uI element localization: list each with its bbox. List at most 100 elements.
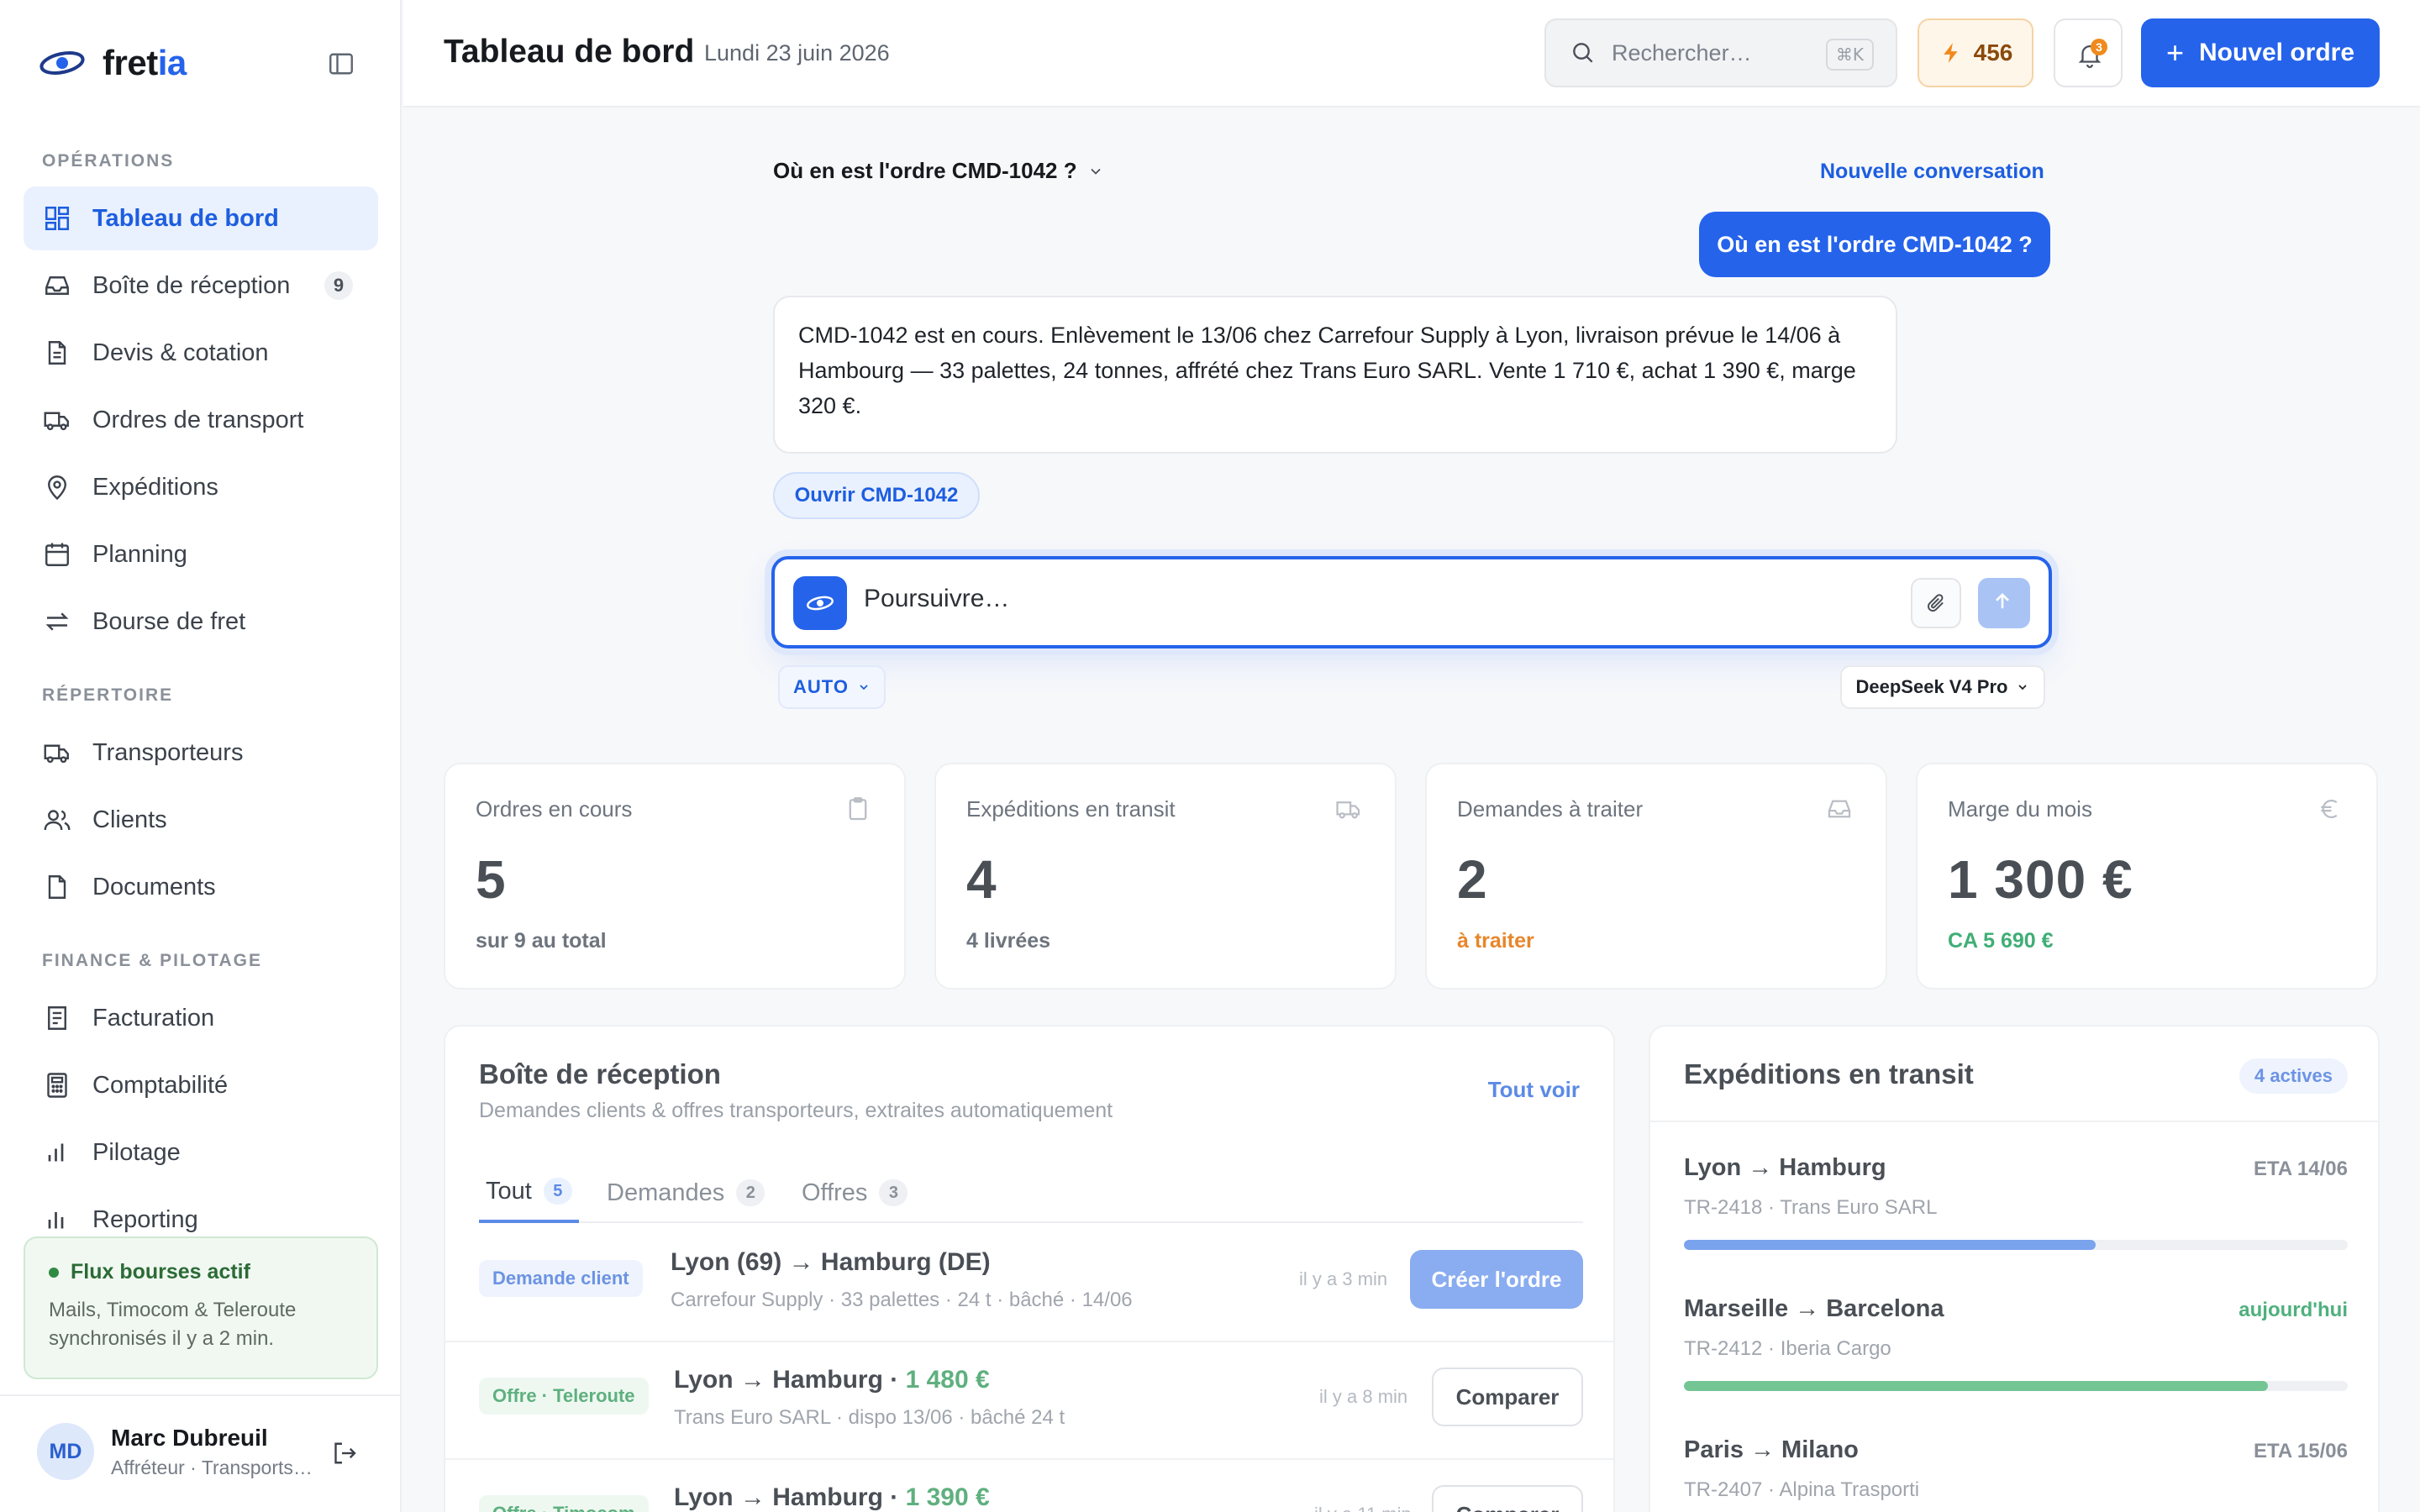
send-button[interactable] (1978, 578, 2030, 628)
tab-count: 5 (543, 1178, 572, 1205)
paperclip-icon (1928, 594, 1944, 612)
new-conversation-link[interactable]: Nouvelle conversation (1820, 160, 2044, 184)
sidebar-item-label: Boîte de réception (92, 271, 291, 299)
sidebar-item-carriers[interactable]: Transporteurs (24, 721, 378, 785)
inbox-panel: Boîte de réception Demandes clients & of… (444, 1025, 1615, 1512)
assistant-message: CMD-1042 est en cours. Enlèvement le 13/… (773, 296, 1897, 454)
compare-button[interactable]: Comparer (1432, 1485, 1583, 1512)
list-item[interactable]: Paris → Milano ETA 15/06 TR-2407 · Alpin… (1684, 1436, 2348, 1512)
sidebar-item-label: Comptabilité (92, 1071, 229, 1099)
sidebar-item-inbox[interactable]: Boîte de réception 9 (24, 254, 378, 318)
row-type-badge: Offre · Timocom (479, 1495, 649, 1512)
sidebar-item-invoicing[interactable]: Facturation (24, 986, 378, 1050)
row-time: il y a 8 min (1319, 1386, 1408, 1407)
row-time: il y a 11 min (1314, 1504, 1412, 1512)
row-type-badge: Offre · Teleroute (479, 1378, 649, 1415)
tab-offers[interactable]: Offres 3 (802, 1163, 908, 1223)
stat-sub: à traiter (1457, 929, 1534, 953)
transit-ref: TR-2412 · Iberia Cargo (1684, 1337, 1891, 1360)
transit-eta: aujourd'hui (2238, 1299, 2348, 1321)
progress-track (1684, 1240, 2348, 1250)
chat-input[interactable]: Poursuivre… (771, 556, 2052, 648)
file-icon (48, 875, 66, 899)
notification-count-badge: 3 (2091, 39, 2107, 55)
sidebar-item-transport-orders[interactable]: Ordres de transport (24, 388, 378, 452)
brand-name: fretia (103, 43, 187, 82)
conversation-title: Où en est l'ordre CMD-1042 ? (773, 158, 1077, 183)
sync-status-card: Flux bourses actif Mails, Timocom & Tele… (24, 1236, 378, 1379)
table-row[interactable]: Demande client Lyon (69) → Hamburg (DE) … (445, 1225, 1613, 1342)
sidebar-item-label: Planning (92, 540, 187, 568)
sidebar-item-freight-exchange[interactable]: Bourse de fret (24, 590, 378, 654)
active-count-badge: 4 actives (2239, 1058, 2348, 1094)
table-row[interactable]: Offre · Timocom Lyon → Hamburg · 1 390 €… (445, 1460, 1613, 1512)
mode-selector[interactable]: AUTO (778, 665, 886, 709)
credits-button[interactable]: 456 (1918, 18, 2033, 87)
row-title: Lyon (69) → Hamburg (DE) (671, 1248, 991, 1276)
conversation-title-dropdown[interactable]: Où en est l'ordre CMD-1042 ? (773, 158, 1104, 184)
inbox-subtitle: Demandes clients & offres transporteurs,… (479, 1099, 1113, 1122)
sync-status-text: Mails, Timocom & Teleroute synchronisés … (49, 1299, 297, 1350)
inbox-icon (45, 276, 69, 295)
truck-icon (44, 412, 69, 431)
section-operations: OPÉRATIONS (42, 151, 175, 171)
stat-card-orders[interactable]: Ordres en cours 5 sur 9 au total (444, 763, 906, 990)
stat-card-margin[interactable]: Marge du mois 1 300 € CA 5 690 € (1916, 763, 2378, 990)
open-order-chip[interactable]: Ouvrir CMD-1042 (773, 472, 980, 519)
stat-sub: 4 livrées (966, 929, 1051, 953)
sidebar-item-clients[interactable]: Clients (24, 788, 378, 852)
sidebar-item-label: Clients (92, 806, 167, 833)
assistant-logo (793, 576, 847, 630)
sidebar-item-dashboard[interactable]: Tableau de bord (24, 186, 378, 250)
search-input[interactable]: Rechercher… ⌘K (1544, 18, 1897, 87)
stat-label: Marge du mois (1948, 796, 2092, 822)
sidebar-toggle-icon[interactable] (326, 49, 356, 79)
user-message: Où en est l'ordre CMD-1042 ? (1699, 212, 2050, 277)
sync-status-title: Flux bourses actif (49, 1260, 353, 1284)
bar-chart-icon (48, 1143, 64, 1162)
map-pin-icon (48, 475, 66, 501)
tab-requests[interactable]: Demandes 2 (607, 1163, 765, 1223)
model-selector[interactable]: DeepSeek V4 Pro (1840, 665, 2045, 709)
swap-icon (45, 612, 69, 631)
table-row[interactable]: Offre · Teleroute Lyon → Hamburg · 1 480… (445, 1342, 1613, 1460)
tab-label: Offres (802, 1179, 868, 1206)
stat-sub: CA 5 690 € (1948, 929, 2054, 953)
transit-route: Paris → Milano (1684, 1436, 1859, 1463)
compare-button[interactable]: Comparer (1432, 1368, 1583, 1426)
clipboard-icon (849, 797, 867, 821)
stat-label: Expéditions en transit (966, 796, 1176, 822)
brand-logo[interactable]: fretia (39, 42, 187, 84)
notifications-button[interactable]: 3 (2054, 18, 2123, 87)
sync-status-label: Flux bourses actif (71, 1260, 250, 1284)
sidebar-item-accounting[interactable]: Comptabilité (24, 1053, 378, 1117)
create-order-button[interactable]: Créer l'ordre (1410, 1250, 1583, 1309)
list-item[interactable]: Marseille → Barcelona aujourd'hui TR-241… (1684, 1295, 2348, 1430)
attach-button[interactable] (1911, 578, 1961, 628)
sidebar-item-shipments[interactable]: Expéditions (24, 455, 378, 519)
list-item[interactable]: Lyon → Hamburg ETA 14/06 TR-2418 · Trans… (1684, 1154, 2348, 1289)
stat-value: 1 300 € (1948, 849, 2133, 910)
user-profile[interactable]: MD Marc Dubreuil Affréteur · Transports … (0, 1394, 400, 1512)
progress-fill (1684, 1381, 2269, 1391)
new-order-button[interactable]: + Nouvel ordre (2141, 18, 2380, 87)
receipt-icon (48, 1006, 66, 1030)
see-all-link[interactable]: Tout voir (1488, 1077, 1580, 1103)
sidebar-item-label: Pilotage (92, 1138, 181, 1166)
user-role: Affréteur · Transports Dubreuil (111, 1457, 313, 1478)
sidebar-item-quotes[interactable]: Devis & cotation (24, 321, 378, 385)
sidebar-item-planning[interactable]: Planning (24, 522, 378, 586)
logout-icon[interactable] (329, 1438, 360, 1468)
sidebar-item-label: Facturation (92, 1004, 215, 1032)
new-order-label: Nouvel ordre (2198, 39, 2355, 66)
lightning-icon (1943, 43, 1958, 63)
bar-chart-icon (48, 1212, 64, 1229)
stat-card-transit[interactable]: Expéditions en transit 4 4 livrées (934, 763, 1397, 990)
sidebar-item-steering[interactable]: Pilotage (24, 1121, 378, 1184)
eye-logo-icon (807, 596, 834, 611)
stat-card-requests[interactable]: Demandes à traiter 2 à traiter (1425, 763, 1887, 990)
transit-route: Lyon → Hamburg (1684, 1154, 1886, 1181)
tab-all[interactable]: Tout 5 (479, 1163, 579, 1223)
sidebar-item-documents[interactable]: Documents (24, 855, 378, 919)
euro-icon (2321, 800, 2338, 818)
